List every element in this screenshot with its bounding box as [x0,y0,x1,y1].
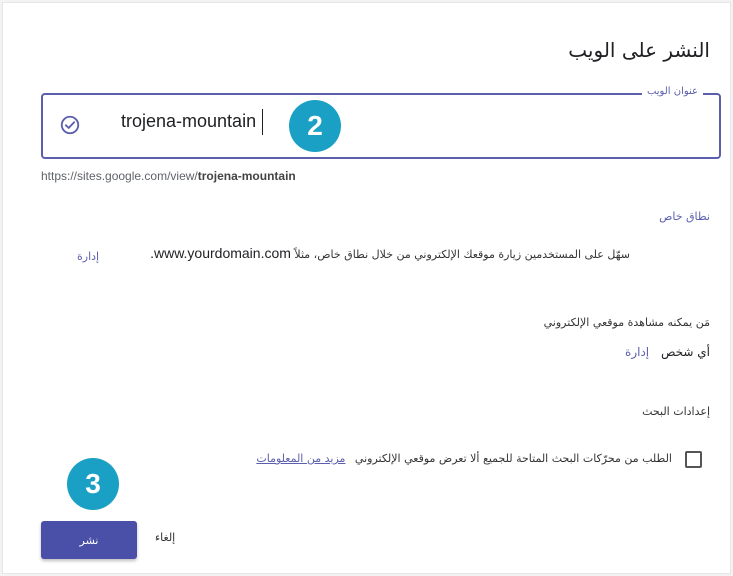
check-circle-icon [60,115,80,135]
hide-from-search-text: الطلب من محرّكات البحث المتاحة للجميع أل… [354,452,672,465]
web-address-label: عنوان الويب [641,86,703,97]
dialog-title: النشر على الويب [568,38,710,62]
site-url-slug: trojena-mountain [197,169,296,183]
custom-domain-example: www.yourdomain.com. [150,245,291,261]
visibility-value: أي شخص [660,345,710,359]
visibility-row: أي شخص إدارة [625,345,710,359]
step-2-marker: 2 [289,100,341,152]
web-address-input[interactable] [121,111,281,132]
site-url-preview: https://sites.google.com/view/trojena-mo… [41,169,296,183]
publish-button[interactable]: نشر [41,521,137,559]
cancel-button[interactable]: إلغاء [155,531,175,544]
search-settings-label: إعدادات البحث [642,405,710,418]
custom-domain-label: نطاق خاص [659,210,710,223]
more-info-link[interactable]: مزيد من المعلومات [256,452,345,465]
manage-visibility-link[interactable]: إدارة [625,345,649,359]
manage-domain-link[interactable]: إدارة [77,250,99,263]
search-settings-row: الطلب من محرّكات البحث المتاحة للجميع أل… [256,452,672,465]
custom-domain-text: سهّل على المستخدمين زيارة موقعك الإلكترو… [294,248,630,261]
hide-from-search-checkbox[interactable] [685,451,702,468]
custom-domain-description: سهّل على المستخدمين زيارة موقعك الإلكترو… [150,245,630,261]
step-3-marker: 3 [67,458,119,510]
site-url-prefix: https://sites.google.com/view/ [41,169,198,183]
text-caret [262,109,263,135]
visibility-label: مَن يمكنه مشاهدة موقعي الإلكتروني [543,316,710,329]
publish-dialog: النشر على الويب عنوان الويب 2 https://si… [2,2,731,574]
web-address-field[interactable]: عنوان الويب [41,86,721,159]
